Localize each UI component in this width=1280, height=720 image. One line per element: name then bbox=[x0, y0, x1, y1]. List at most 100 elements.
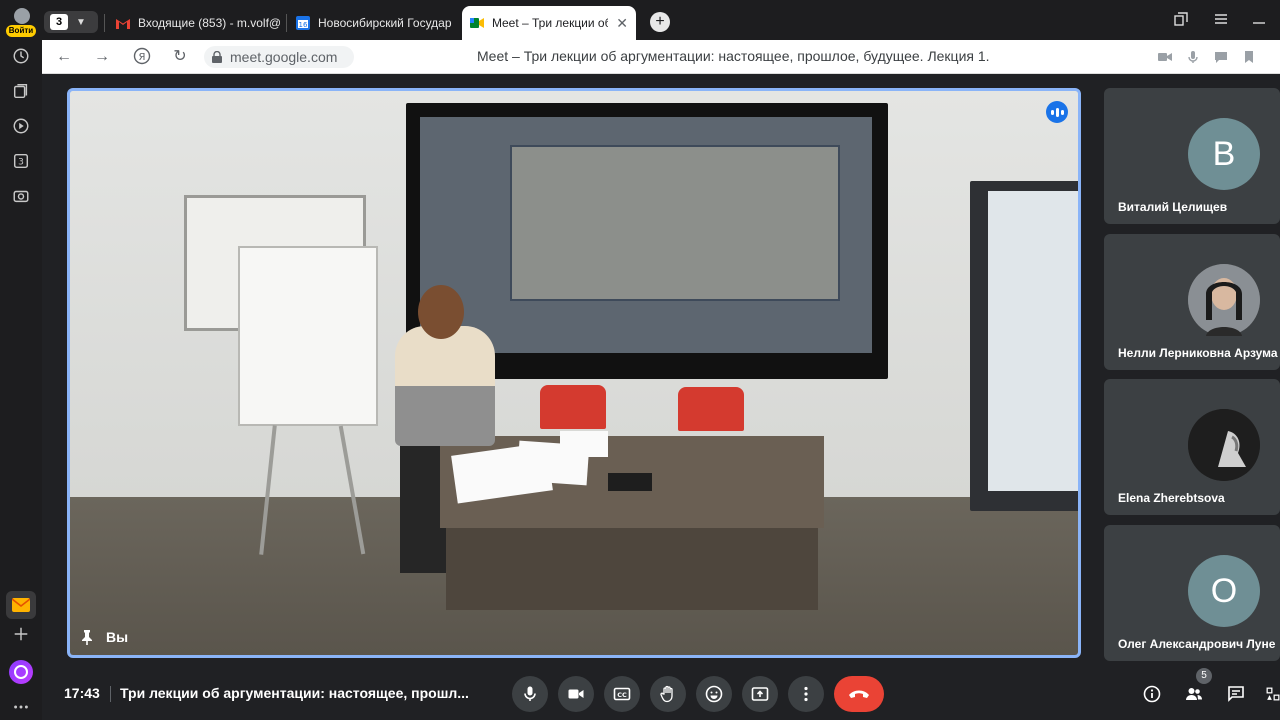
avatar bbox=[1188, 264, 1260, 336]
participant-name: Виталий Целищев bbox=[1118, 200, 1228, 214]
speaking-indicator-icon bbox=[1046, 101, 1068, 123]
microphone-icon bbox=[524, 686, 536, 701]
close-tab-icon[interactable]: ✕ bbox=[616, 15, 628, 32]
reactions-button[interactable] bbox=[696, 676, 732, 712]
video-scene-chair bbox=[540, 385, 606, 429]
self-name: Вы bbox=[106, 629, 129, 645]
activities-button[interactable] bbox=[1266, 684, 1280, 704]
video-icon[interactable] bbox=[8, 113, 34, 139]
participant-tile[interactable]: Elena Zherebtsova bbox=[1104, 379, 1280, 515]
participant-name: Нелли Лерниковна Арзума bbox=[1118, 346, 1278, 360]
info-icon bbox=[1143, 685, 1161, 703]
yandex-home-icon[interactable]: Я bbox=[132, 47, 152, 67]
tab-title: Новосибирский Государс bbox=[318, 16, 452, 30]
bookmark-icon[interactable] bbox=[1242, 50, 1256, 64]
main-video-tile[interactable]: Вы bbox=[67, 88, 1081, 658]
participant-count-badge: 5 bbox=[1196, 668, 1212, 684]
tabs-3-icon[interactable]: 3 bbox=[8, 148, 34, 174]
chevron-down-icon: ▼ bbox=[76, 16, 86, 28]
captions-button[interactable]: CC bbox=[604, 676, 640, 712]
back-button[interactable]: ← bbox=[54, 47, 74, 67]
forward-button[interactable]: → bbox=[92, 47, 112, 67]
screen: Войти 3 3 ▼ Входящие (853) - m.volf@ 16 … bbox=[0, 0, 1280, 720]
avatar: В bbox=[1188, 118, 1260, 190]
more-icon[interactable] bbox=[8, 694, 34, 720]
tab-separator bbox=[104, 14, 105, 32]
address-bar-actions bbox=[1158, 50, 1256, 64]
present-screen-button[interactable] bbox=[742, 676, 778, 712]
participant-name: Олег Александрович Луне bbox=[1118, 637, 1276, 651]
user-icon bbox=[14, 8, 30, 24]
collections-icon[interactable] bbox=[8, 78, 34, 104]
tabs-counter-button[interactable]: 3 ▼ bbox=[44, 11, 98, 33]
page-title: Meet – Три лекции об аргументации: насто… bbox=[477, 48, 990, 64]
avatar: О bbox=[1188, 555, 1260, 627]
people-icon bbox=[1186, 688, 1202, 700]
yandex-mail-icon[interactable] bbox=[6, 591, 36, 619]
new-tab-button[interactable]: + bbox=[650, 12, 670, 32]
emoji-icon bbox=[705, 685, 723, 703]
minimize-icon[interactable] bbox=[1252, 12, 1266, 28]
meet-control-bar: 17:43 Три лекции об аргументации: настоя… bbox=[42, 662, 1280, 720]
svg-text:CC: CC bbox=[617, 691, 627, 699]
video-scene-chair bbox=[678, 387, 744, 431]
browser-side-rail: Войти 3 bbox=[0, 0, 42, 720]
address-bar: ← → Я ↻ meet.google.com Meet – Три лекци… bbox=[42, 40, 1280, 74]
avatar bbox=[1188, 409, 1260, 481]
participants-button[interactable] bbox=[1184, 684, 1204, 704]
reload-icon[interactable]: ↻ bbox=[170, 47, 190, 67]
divider bbox=[110, 686, 111, 702]
tab-nsu[interactable]: 16 Новосибирский Государс bbox=[288, 8, 460, 38]
camera-icon bbox=[568, 689, 584, 699]
meet-icon bbox=[470, 16, 484, 30]
chat-icon bbox=[1228, 686, 1244, 702]
add-icon[interactable] bbox=[8, 621, 34, 647]
camera-button[interactable] bbox=[558, 676, 594, 712]
mic-permission-icon[interactable] bbox=[1186, 50, 1200, 64]
gmail-icon bbox=[116, 16, 130, 30]
participant-tile[interactable]: О Олег Александрович Луне bbox=[1104, 525, 1280, 661]
lock-icon bbox=[212, 51, 222, 63]
more-options-button[interactable] bbox=[788, 676, 824, 712]
screenshot-icon[interactable] bbox=[8, 183, 34, 209]
tabs-counter-text: 3 bbox=[18, 158, 24, 168]
meeting-title: Три лекции об аргументации: настоящее, п… bbox=[120, 685, 469, 701]
reviews-icon[interactable] bbox=[1214, 50, 1228, 64]
menu-icon[interactable] bbox=[1214, 12, 1228, 28]
camera-permission-icon[interactable] bbox=[1158, 50, 1172, 64]
history-icon[interactable] bbox=[8, 43, 34, 69]
tab-bar: 3 ▼ Входящие (853) - m.volf@ 16 Новосиби… bbox=[42, 0, 1280, 40]
tabs-count: 3 bbox=[50, 14, 68, 30]
login-label: Войти bbox=[6, 25, 36, 37]
tab-manager-icon[interactable] bbox=[1174, 12, 1188, 29]
login-button[interactable]: Войти bbox=[4, 8, 38, 38]
tab-title: Meet – Три лекции об а bbox=[492, 16, 609, 30]
tab-title: Входящие (853) - m.volf@ bbox=[138, 16, 280, 30]
url-host: meet.google.com bbox=[230, 49, 338, 65]
url-field[interactable]: meet.google.com bbox=[204, 46, 354, 68]
chat-button[interactable] bbox=[1226, 684, 1246, 704]
svg-text:Я: Я bbox=[139, 52, 146, 63]
participant-tile[interactable]: Нелли Лерниковна Арзума bbox=[1104, 234, 1280, 370]
more-vert-icon bbox=[804, 686, 808, 702]
raise-hand-button[interactable] bbox=[650, 676, 686, 712]
alice-assistant-icon[interactable] bbox=[9, 660, 33, 684]
participant-name: Elena Zherebtsova bbox=[1118, 491, 1225, 505]
tab-separator bbox=[286, 14, 287, 32]
hand-icon bbox=[660, 685, 673, 703]
video-scene-flipchart bbox=[238, 246, 378, 426]
meeting-details-button[interactable] bbox=[1142, 684, 1162, 704]
video-scene-presenter bbox=[395, 326, 495, 446]
calendar-day: 16 bbox=[299, 21, 308, 29]
participant-tile[interactable]: В Виталий Целищев bbox=[1104, 88, 1280, 224]
calendar-16-icon: 16 bbox=[296, 16, 310, 30]
tab-meet[interactable]: Meet – Три лекции об а ✕ bbox=[462, 6, 636, 40]
tab-gmail[interactable]: Входящие (853) - m.volf@ bbox=[108, 8, 288, 38]
captions-icon: CC bbox=[613, 687, 631, 701]
self-tile-label: Вы bbox=[80, 629, 128, 645]
pin-icon bbox=[82, 630, 92, 645]
activities-icon bbox=[1266, 687, 1280, 701]
microphone-button[interactable] bbox=[512, 676, 548, 712]
present-icon bbox=[751, 687, 769, 701]
leave-call-button[interactable] bbox=[834, 676, 884, 712]
